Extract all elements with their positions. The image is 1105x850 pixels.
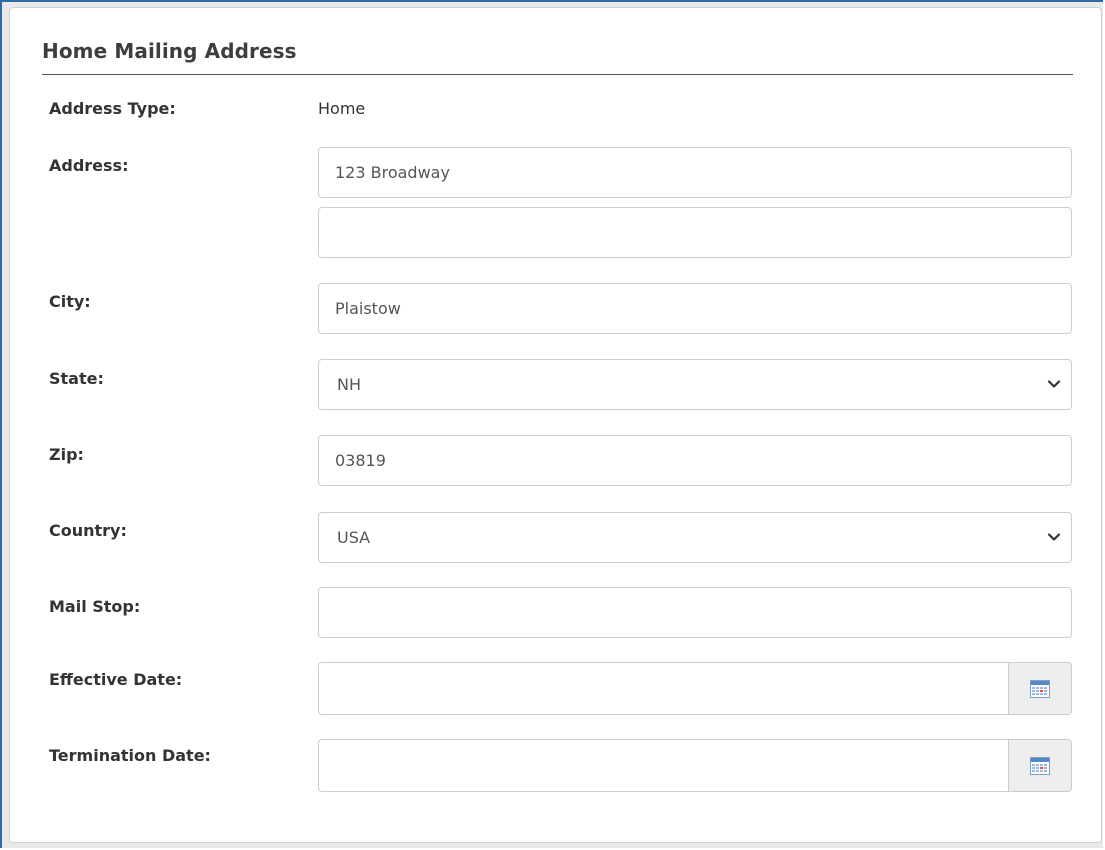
state-select-value: NH: [337, 375, 361, 394]
address-panel: [9, 7, 1102, 843]
calendar-icon: [1030, 756, 1050, 775]
city-input[interactable]: Plaistow: [318, 283, 1072, 334]
address-line1-input[interactable]: 123 Broadway: [318, 147, 1072, 198]
country-label: Country:: [49, 521, 127, 540]
effective-date-input[interactable]: [318, 662, 1009, 715]
effective-date-picker-button[interactable]: [1008, 662, 1072, 715]
address-type-label: Address Type:: [49, 99, 176, 118]
chevron-down-icon: [1047, 380, 1061, 388]
mail-stop-input[interactable]: [318, 587, 1072, 638]
termination-date-label: Termination Date:: [49, 746, 211, 765]
zip-label: Zip:: [49, 445, 84, 464]
address-label: Address:: [49, 156, 129, 175]
state-select[interactable]: NH: [318, 359, 1072, 410]
window-frame: [0, 0, 1103, 848]
state-label: State:: [49, 369, 104, 388]
termination-date-input[interactable]: [318, 739, 1009, 792]
section-title: Home Mailing Address: [42, 39, 297, 63]
chevron-down-icon: [1047, 533, 1061, 541]
address-line2-input[interactable]: [318, 207, 1072, 258]
mail-stop-label: Mail Stop:: [49, 597, 141, 616]
calendar-icon: [1030, 679, 1050, 698]
termination-date-group: [318, 739, 1072, 792]
section-divider: [42, 74, 1073, 75]
country-select[interactable]: USA: [318, 512, 1072, 563]
effective-date-label: Effective Date:: [49, 670, 183, 689]
country-select-value: USA: [337, 528, 371, 547]
termination-date-picker-button[interactable]: [1008, 739, 1072, 792]
zip-input[interactable]: 03819: [318, 435, 1072, 486]
address-type-value: Home: [318, 99, 366, 118]
effective-date-group: [318, 662, 1072, 715]
city-label: City:: [49, 292, 91, 311]
